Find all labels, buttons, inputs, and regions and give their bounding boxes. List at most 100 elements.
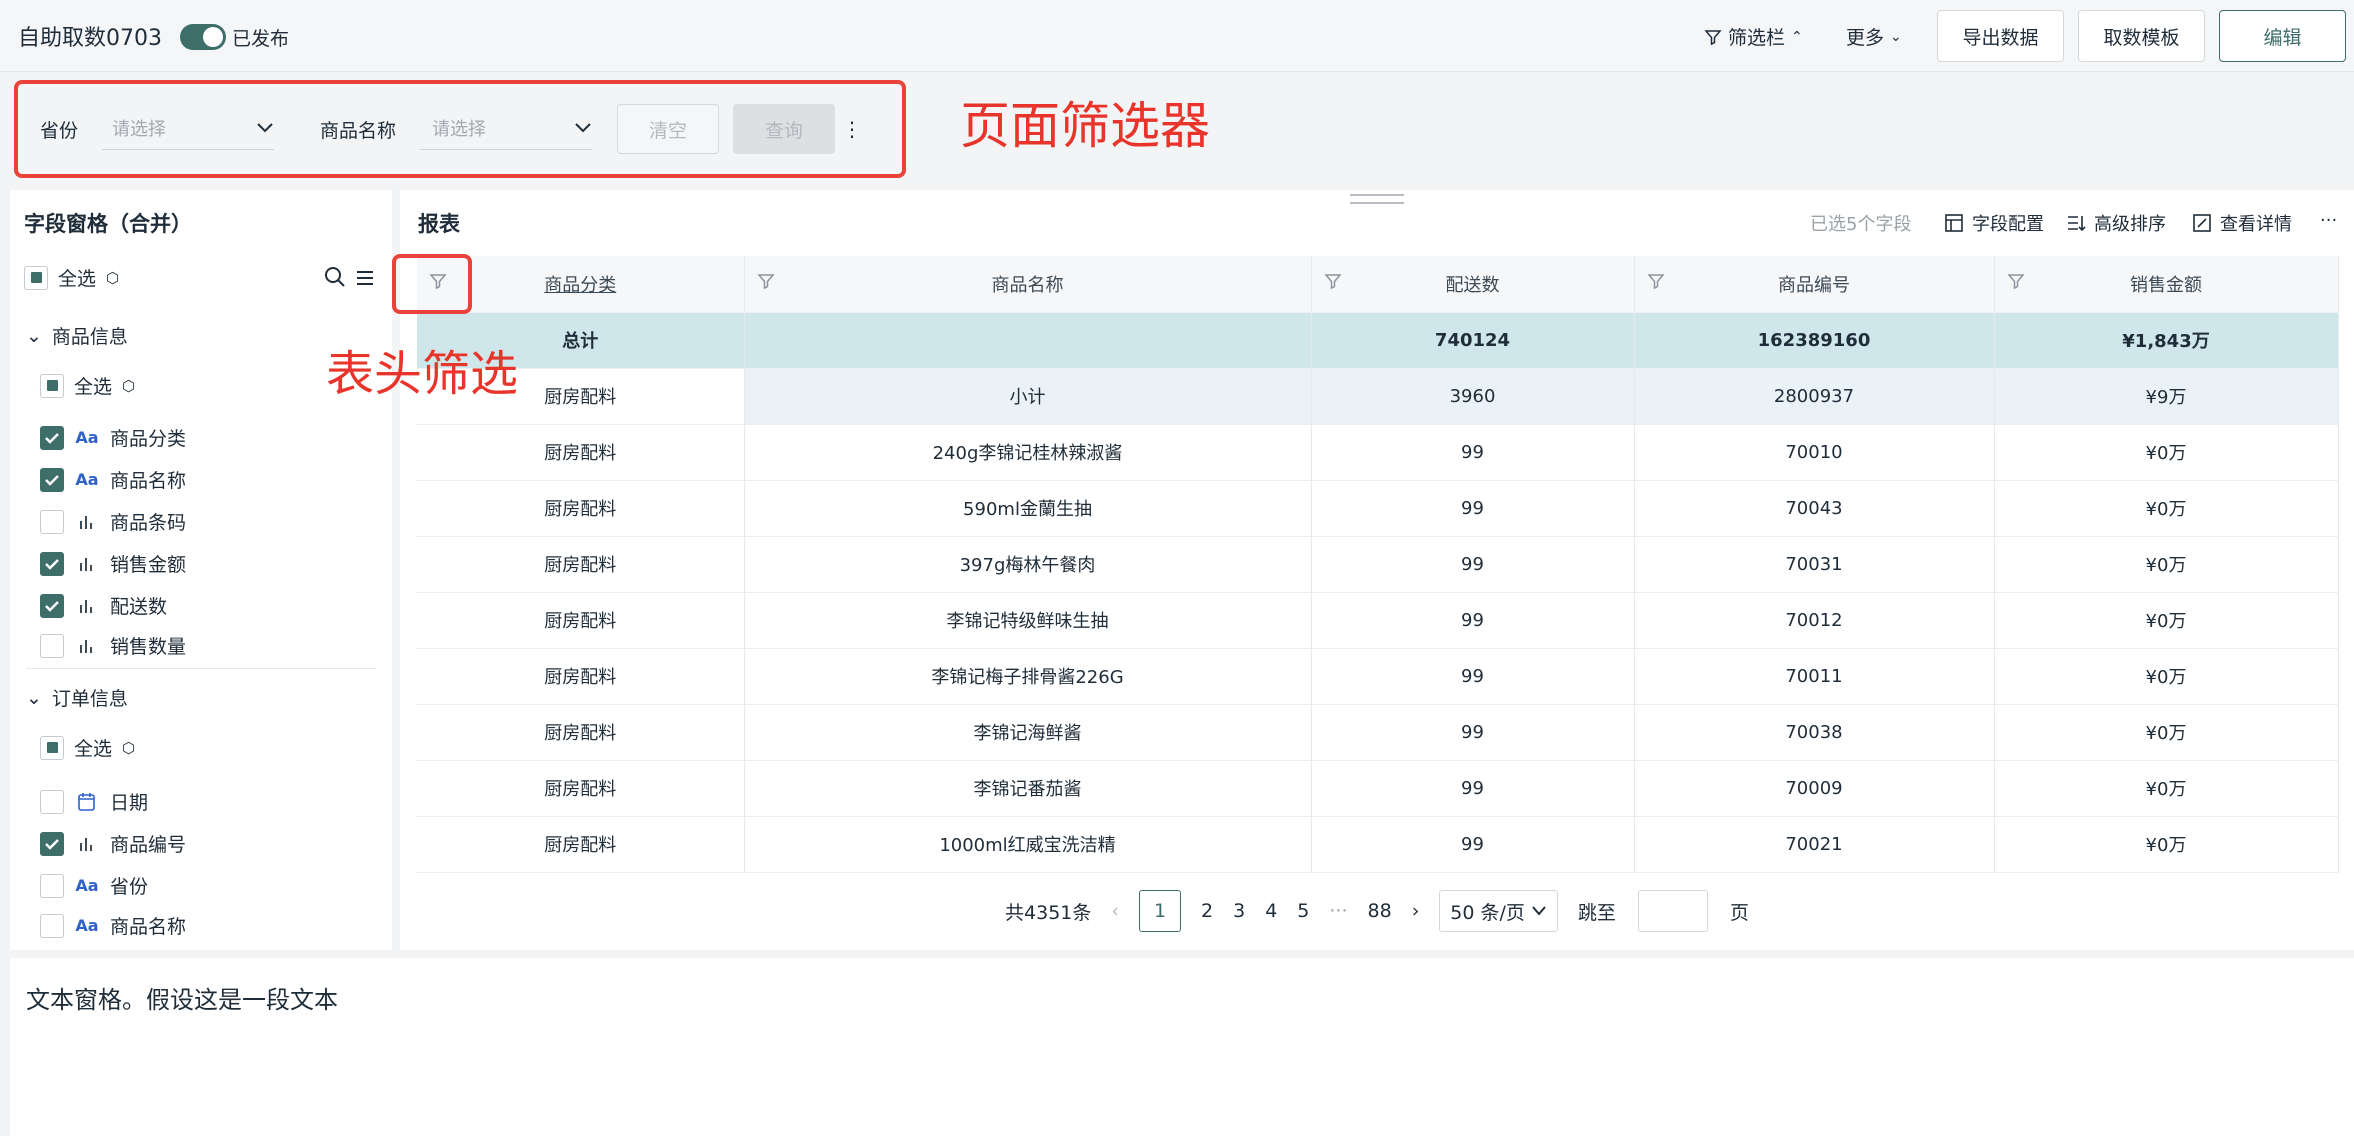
field-item[interactable]: 配送数 <box>40 592 167 619</box>
table-cell: ¥0万 <box>1994 592 2339 649</box>
filter-icon[interactable] <box>1646 272 1665 290</box>
group-select-all-checkbox[interactable] <box>40 373 64 398</box>
table-row: 厨房配料 1000ml红威宝洗洁精 99 70021 ¥0万 <box>417 816 2339 873</box>
search-icon[interactable] <box>324 266 346 288</box>
filterbar-toggle[interactable]: 筛选栏 ⌃ <box>1704 23 1803 50</box>
table-cell: 李锦记番茄酱 <box>744 760 1312 817</box>
drag-handle[interactable] <box>1350 194 1404 204</box>
filter-icon[interactable] <box>756 272 775 290</box>
field-checkbox[interactable] <box>40 551 64 576</box>
field-item[interactable]: 销售金额 <box>40 550 186 577</box>
province-select[interactable]: 请选择 <box>102 106 274 150</box>
field-item[interactable]: Aa 商品名称 <box>40 466 186 493</box>
page-button[interactable]: 5 <box>1297 900 1309 922</box>
field-item[interactable]: 日期 <box>40 788 148 815</box>
group-select-all-checkbox[interactable] <box>40 735 64 760</box>
filter-icon <box>1704 29 1722 45</box>
field-config-button[interactable]: 字段配置 <box>1944 210 2044 236</box>
filter-more-icon[interactable]: ⋮ <box>842 104 862 154</box>
field-item[interactable]: Aa 商品名称 <box>40 912 186 939</box>
clear-button[interactable]: 清空 <box>617 104 719 154</box>
field-checkbox[interactable] <box>40 593 64 618</box>
province-label: 省份 <box>40 120 79 142</box>
jump-label: 跳至 <box>1577 901 1616 924</box>
field-checkbox[interactable] <box>40 633 64 658</box>
field-config-label: 字段配置 <box>1972 214 2044 235</box>
field-label: 省份 <box>110 876 149 898</box>
column-header[interactable]: 商品名称 <box>744 256 1312 313</box>
advanced-sort-button[interactable]: 高级排序 <box>2066 210 2166 236</box>
table-cell: ¥0万 <box>1994 648 2339 705</box>
table-cell: 厨房配料 <box>417 536 745 593</box>
column-header-label: 配送数 <box>1445 274 1500 296</box>
column-header[interactable]: 商品编号 <box>1634 256 1995 313</box>
report-more-icon[interactable]: ··· <box>2320 210 2337 231</box>
table-cell: 70021 <box>1634 816 1995 873</box>
filter-icon[interactable] <box>1323 272 1342 290</box>
annotation-box-header-filter <box>392 254 472 314</box>
subtotal-row: 厨房配料 小计 3960 2800937 ¥9万 <box>417 368 2339 425</box>
column-header[interactable]: 销售金额 <box>1994 256 2339 313</box>
chevron-down-icon <box>1532 906 1546 916</box>
filter-icon[interactable] <box>2006 272 2025 290</box>
tag-icon: ⬡ <box>122 738 136 757</box>
filterbar-label: 筛选栏 <box>1728 27 1786 49</box>
table-cell: 70043 <box>1634 480 1995 537</box>
field-checkbox[interactable] <box>40 913 64 938</box>
table-cell: ¥0万 <box>1994 816 2339 873</box>
page-filter-bar: 省份 请选择 商品名称 请选择 清空 查询 ⋮ 页面筛选器 <box>0 72 2354 180</box>
group-header-order-info[interactable]: ⌄ 订单信息 <box>26 684 128 711</box>
sort-icon[interactable] <box>354 266 376 288</box>
field-item[interactable]: Aa 商品分类 <box>40 424 186 451</box>
table-row: 厨房配料 李锦记梅子排骨酱226G 99 70011 ¥0万 <box>417 648 2339 705</box>
field-checkbox[interactable] <box>40 509 64 534</box>
field-checkbox[interactable] <box>40 425 64 450</box>
page-ellipsis[interactable]: ··· <box>1329 900 1347 922</box>
more-menu[interactable]: 更多 ⌄ <box>1846 23 1902 50</box>
field-item[interactable]: 商品编号 <box>40 830 186 857</box>
column-header[interactable]: 配送数 <box>1311 256 1635 313</box>
page-button[interactable]: 2 <box>1201 900 1213 922</box>
publish-toggle[interactable] <box>180 24 226 50</box>
text-field-icon: Aa <box>75 470 99 489</box>
column-header-label: 商品编号 <box>1778 274 1850 296</box>
page-button[interactable]: 1 <box>1139 890 1181 932</box>
group-select-all-row[interactable]: 全选 ⬡ <box>40 734 135 761</box>
text-pane-content: 文本窗格。假设这是一段文本 <box>26 986 338 1014</box>
group-header-product-info[interactable]: ⌄ 商品信息 <box>26 322 128 349</box>
field-checkbox[interactable] <box>40 467 64 492</box>
details-icon <box>2193 214 2211 232</box>
annotation-header-filter: 表头筛选 <box>326 346 519 402</box>
table-cell: 李锦记特级鲜味生抽 <box>744 592 1312 649</box>
field-checkbox[interactable] <box>40 789 64 814</box>
next-page-icon[interactable]: › <box>1412 900 1420 922</box>
chevron-down-icon: ⌄ <box>1890 28 1902 45</box>
field-checkbox[interactable] <box>40 831 64 856</box>
column-header-label: 商品名称 <box>991 274 1064 296</box>
query-button[interactable]: 查询 <box>733 104 835 154</box>
view-details-button[interactable]: 查看详情 <box>2192 210 2292 236</box>
select-all-checkbox[interactable] <box>24 265 48 290</box>
report-panel: 报表 已选5个字段 字段配置 高级排序 查看详情 ··· 商品分类 商品名称 配… <box>400 190 2354 950</box>
table-cell: ¥0万 <box>1994 704 2339 761</box>
group-select-all-row[interactable]: 全选 ⬡ <box>40 372 135 399</box>
field-checkbox[interactable] <box>40 873 64 898</box>
edit-button[interactable]: 编辑 <box>2219 10 2346 62</box>
table-cell: ¥0万 <box>1994 480 2339 537</box>
page-button[interactable]: 88 <box>1368 900 1392 922</box>
prev-page-icon[interactable]: ‹ <box>1111 900 1119 922</box>
field-item[interactable]: 商品条码 <box>40 508 186 535</box>
page-size-select[interactable]: 50 条/页 <box>1439 890 1558 932</box>
report-table: 商品分类 商品名称 配送数 商品编号 销售金额 总计 740124 162389… <box>417 256 2339 873</box>
product-name-select[interactable]: 请选择 <box>420 106 592 150</box>
field-item[interactable]: Aa 省份 <box>40 872 148 899</box>
page-button[interactable]: 4 <box>1265 900 1277 922</box>
table-cell: 99 <box>1311 424 1635 481</box>
fetch-template-button[interactable]: 取数模板 <box>2078 10 2205 62</box>
table-row: 厨房配料 李锦记番茄酱 99 70009 ¥0万 <box>417 760 2339 817</box>
page-button[interactable]: 3 <box>1233 900 1245 922</box>
export-data-button[interactable]: 导出数据 <box>1937 10 2064 62</box>
field-item[interactable]: 销售数量 <box>40 632 186 659</box>
jump-page-input[interactable] <box>1637 890 1708 932</box>
select-all-row[interactable]: 全选 ⬡ <box>24 264 119 291</box>
